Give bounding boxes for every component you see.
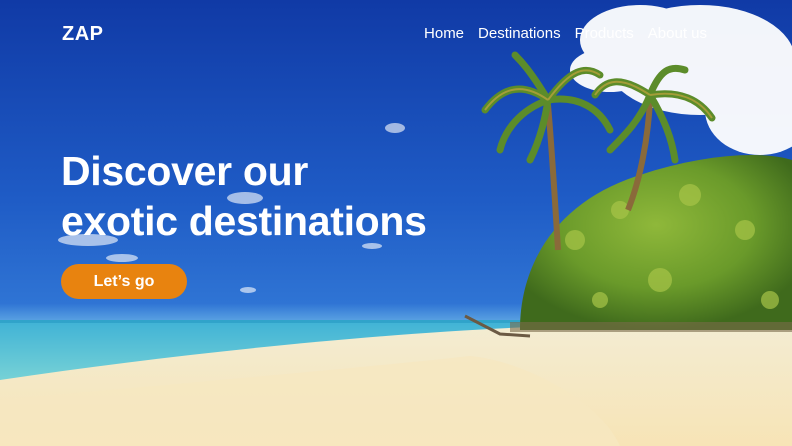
- nav-item-home[interactable]: Home: [424, 25, 464, 42]
- hero-headline-line-2: exotic destinations: [61, 198, 427, 244]
- nav-item-products[interactable]: Products: [575, 25, 634, 42]
- top-navigation: ZAP Home Destinations Products About us: [0, 0, 792, 70]
- nav-item-about-us[interactable]: About us: [648, 25, 707, 42]
- nav-item-destinations[interactable]: Destinations: [478, 25, 561, 42]
- hero-headline: Discover our exotic destinations: [61, 146, 427, 246]
- hero-headline-line-1: Discover our: [61, 148, 309, 194]
- nav-menu: Home Destinations Products About us: [424, 25, 707, 42]
- hero-section: ZAP Home Destinations Products About us …: [0, 0, 792, 446]
- brand-logo[interactable]: ZAP: [62, 23, 104, 46]
- lets-go-button[interactable]: Let’s go: [61, 264, 187, 299]
